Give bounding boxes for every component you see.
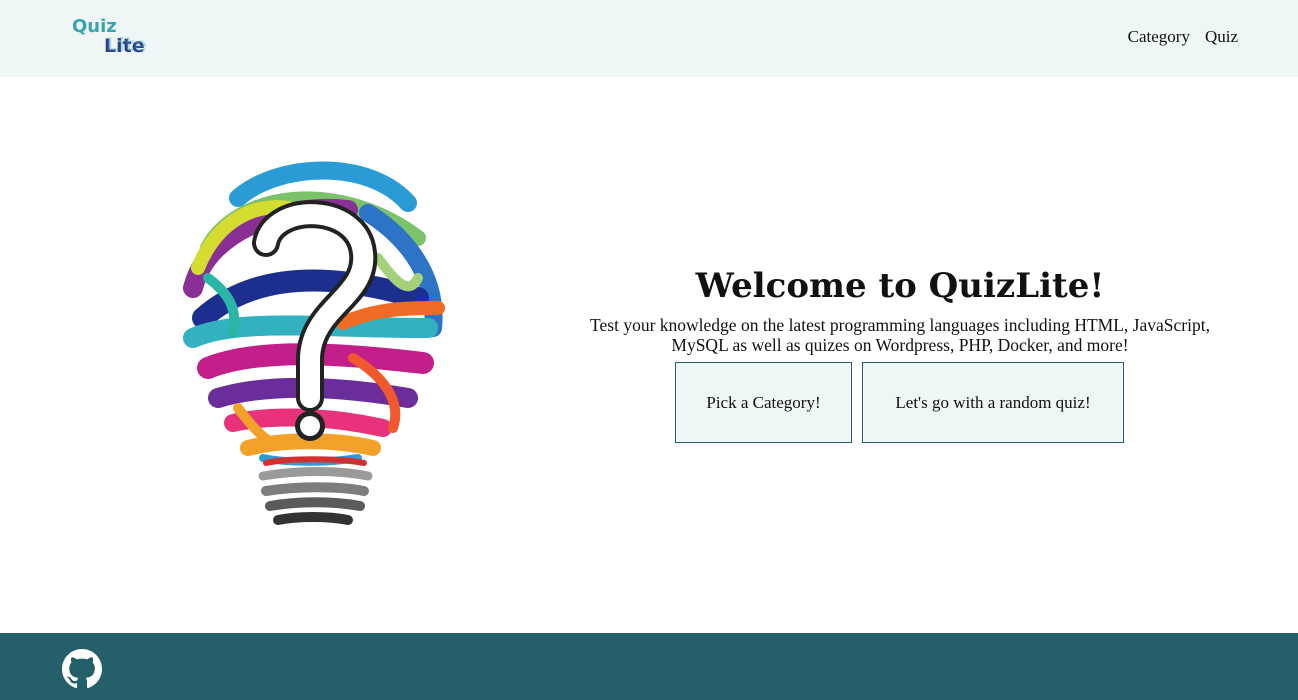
nav-link-category[interactable]: Category bbox=[1128, 27, 1190, 47]
hero-buttons: Pick a Category! Let's go with a random … bbox=[675, 362, 1124, 443]
nav-link-quiz[interactable]: Quiz bbox=[1205, 27, 1238, 47]
quizlite-logo[interactable]: Quiz Lite Lite bbox=[70, 12, 162, 58]
navbar: Quiz Lite Lite Category Quiz bbox=[0, 0, 1298, 77]
pick-category-button[interactable]: Pick a Category! bbox=[675, 362, 852, 443]
footer bbox=[0, 633, 1298, 700]
github-icon[interactable] bbox=[62, 649, 102, 689]
hero-subtitle: Test your knowledge on the latest progra… bbox=[590, 315, 1210, 355]
hero-text: Welcome to QuizLite! Test your knowledge… bbox=[580, 266, 1220, 355]
svg-text:Lite: Lite bbox=[106, 34, 147, 56]
hero-title: Welcome to QuizLite! bbox=[695, 266, 1105, 306]
nav-links: Category Quiz bbox=[1128, 27, 1238, 47]
lightbulb-question-mark-illustration bbox=[183, 161, 445, 525]
random-quiz-button[interactable]: Let's go with a random quiz! bbox=[862, 362, 1124, 443]
